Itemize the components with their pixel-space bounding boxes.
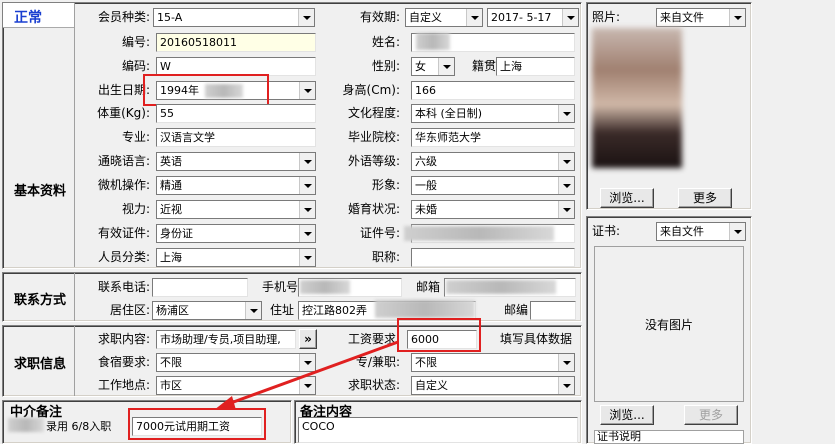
photo-source-select[interactable]: 来自文件 <box>656 8 746 27</box>
chevron-down-icon[interactable] <box>729 9 745 26</box>
photo-label: 照片: <box>592 10 621 24</box>
cert-browse-button[interactable]: 浏览... <box>600 405 654 425</box>
cert-desc-label: 证书说明 <box>594 430 744 444</box>
cert-source-select[interactable]: 来自文件 <box>656 222 746 241</box>
chevron-down-icon[interactable] <box>729 223 745 240</box>
photo-more-button[interactable]: 更多 <box>678 188 732 208</box>
photo-browse-button[interactable]: 浏览... <box>600 188 654 208</box>
cert-more-button[interactable]: 更多 <box>684 405 738 425</box>
no-image-text: 没有图片 <box>644 318 693 332</box>
cert-label: 证书: <box>592 224 621 238</box>
photo-image <box>592 28 682 168</box>
